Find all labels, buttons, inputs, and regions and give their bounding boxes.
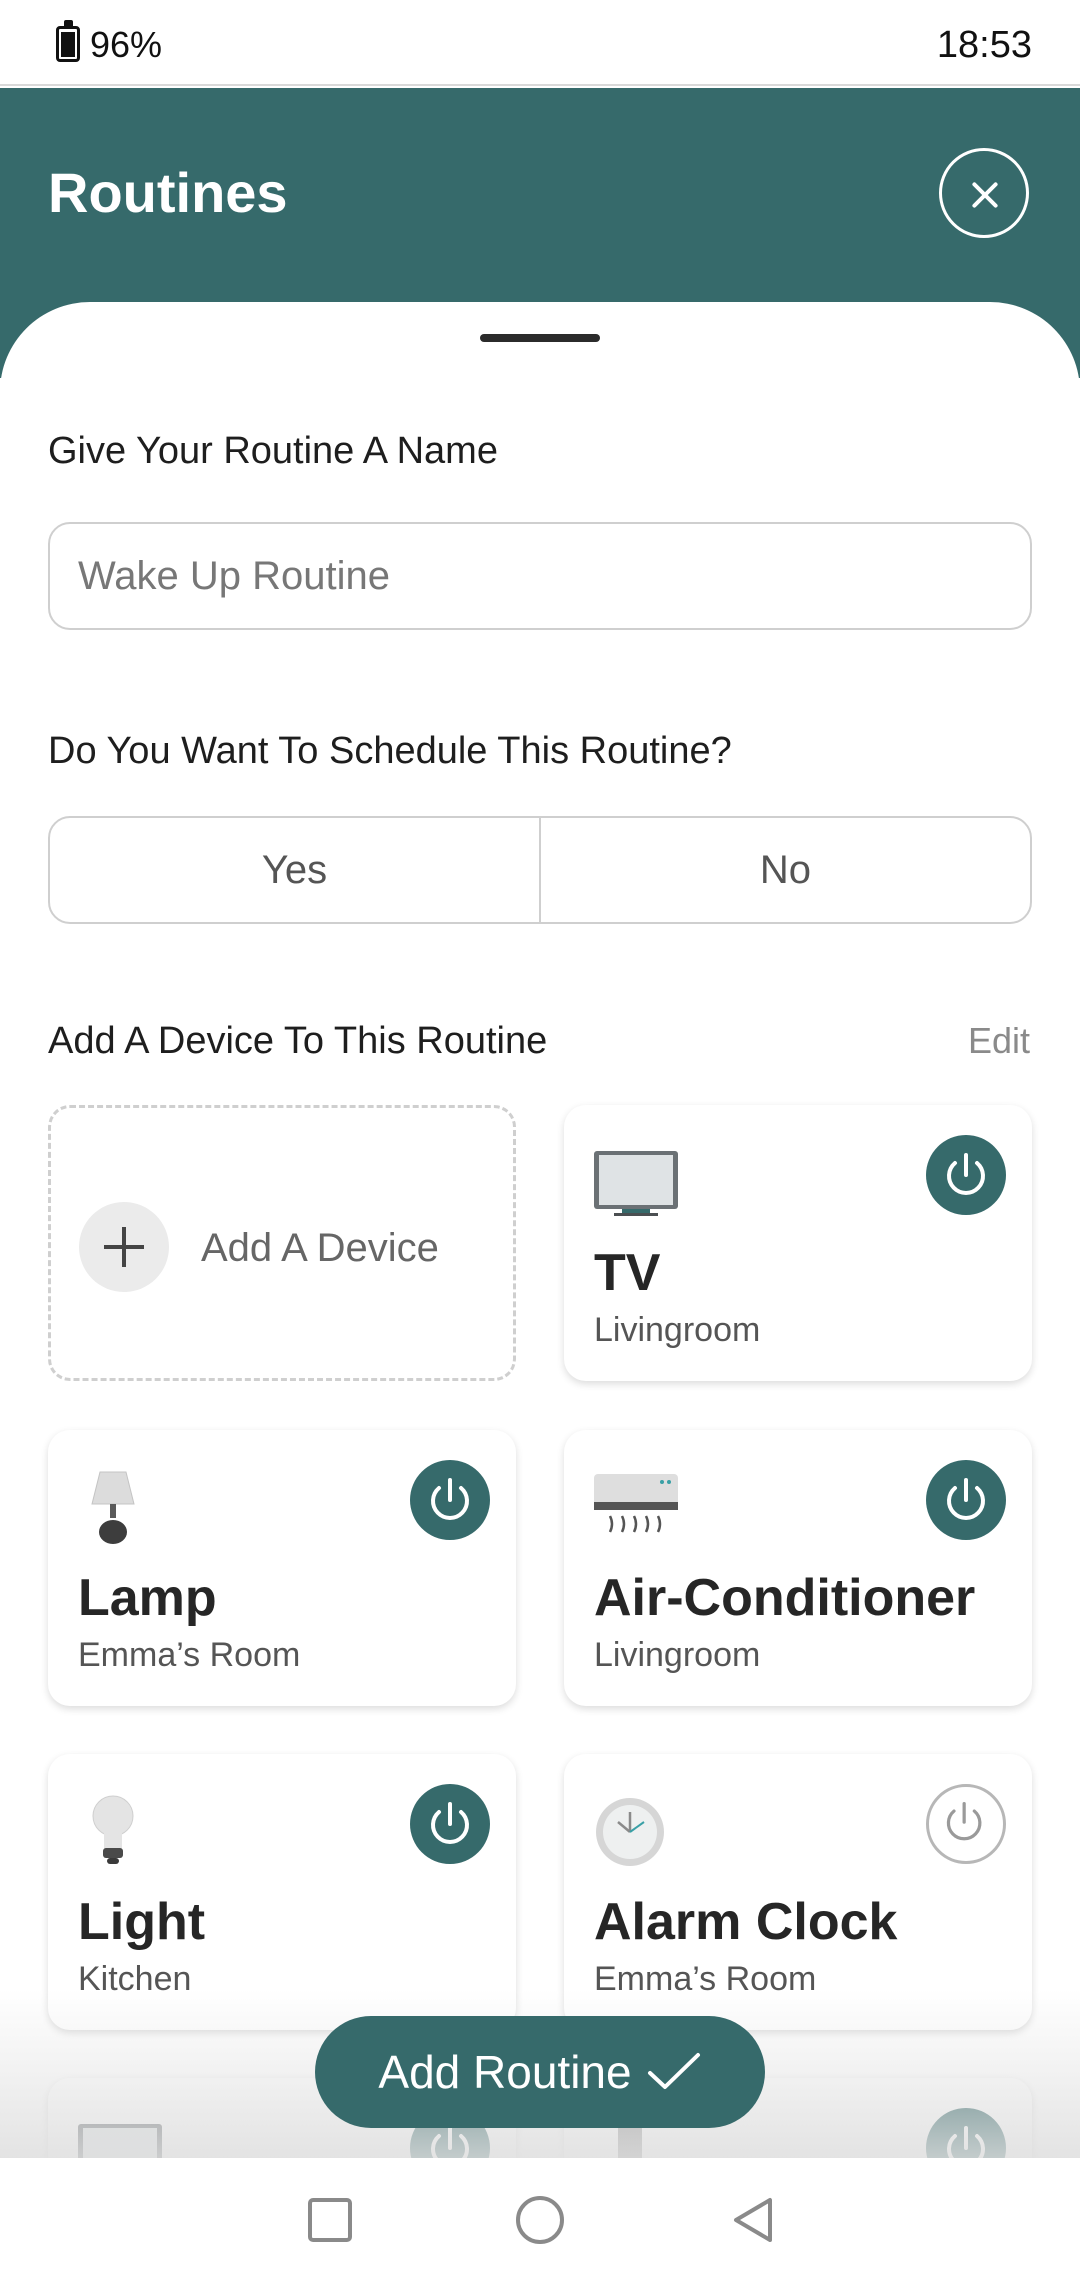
close-button[interactable] [939,148,1029,238]
power-icon [947,1478,985,1520]
schedule-toggle: Yes No [48,816,1032,924]
schedule-label: Do You Want To Schedule This Routine? [48,730,732,772]
devices-label: Add A Device To This Routine [48,1020,548,1062]
schedule-no-button[interactable]: No [539,818,1030,922]
air-conditioner-icon [594,1474,678,1533]
device-card-light[interactable]: Light Kitchen [48,1754,516,2030]
sheet-drag-handle[interactable] [480,334,600,342]
power-icon [946,1802,982,1841]
device-card-alarm-clock[interactable]: Alarm Clock Emma’s Room [564,1754,1032,2030]
device-room: Livingroom [594,1311,761,1349]
checkmark-icon [647,2053,700,2089]
power-toggle-light[interactable] [410,1784,490,1864]
clock-icon [596,1798,664,1866]
device-card-tv[interactable]: TV Livingroom [564,1105,1032,1381]
routine-name-label: Give Your Routine A Name [48,430,498,472]
add-device-label: Add A Device [201,1226,439,1270]
add-routine-button[interactable]: Add Routine [315,2016,765,2128]
page-title: Routines [48,161,288,224]
status-bar: 96% 18:53 [0,0,1080,86]
device-name: Light [78,1893,206,1951]
plus-icon [79,1202,169,1292]
back-icon[interactable] [728,2194,780,2246]
device-name: TV [594,1244,661,1302]
device-name: Air-Conditioner [594,1569,976,1627]
light-bulb-icon [92,1795,134,1864]
add-routine-label: Add Routine [378,2046,632,2098]
power-toggle-tv[interactable] [926,1135,1006,1215]
tv-icon [594,1151,678,1216]
recents-icon[interactable] [304,2194,356,2246]
power-toggle-air-conditioner[interactable] [926,1460,1006,1540]
lamp-icon [91,1471,135,1544]
power-icon [947,1153,985,1195]
power-toggle-lamp[interactable] [410,1460,490,1540]
schedule-yes-button[interactable]: Yes [50,818,539,922]
device-name: Alarm Clock [594,1893,898,1951]
add-device-card[interactable]: Add A Device [48,1105,516,1381]
power-icon [431,1478,469,1520]
home-icon[interactable] [514,2194,566,2246]
status-time: 18:53 [936,24,1032,66]
power-icon [431,1802,469,1844]
edit-devices-link[interactable]: Edit [968,1020,1030,1062]
battery-level: 96% [90,24,163,65]
battery-icon [56,20,80,62]
power-toggle-alarm-clock[interactable] [926,1784,1006,1864]
routine-name-input[interactable] [48,522,1032,630]
device-name: Lamp [78,1569,217,1627]
device-card-air-conditioner[interactable]: Air-Conditioner Livingroom [564,1430,1032,1706]
device-card-lamp[interactable]: Lamp Emma’s Room [48,1430,516,1706]
device-room: Livingroom [594,1636,761,1674]
device-room: Emma’s Room [78,1636,301,1674]
system-nav-bar [0,2158,1080,2280]
